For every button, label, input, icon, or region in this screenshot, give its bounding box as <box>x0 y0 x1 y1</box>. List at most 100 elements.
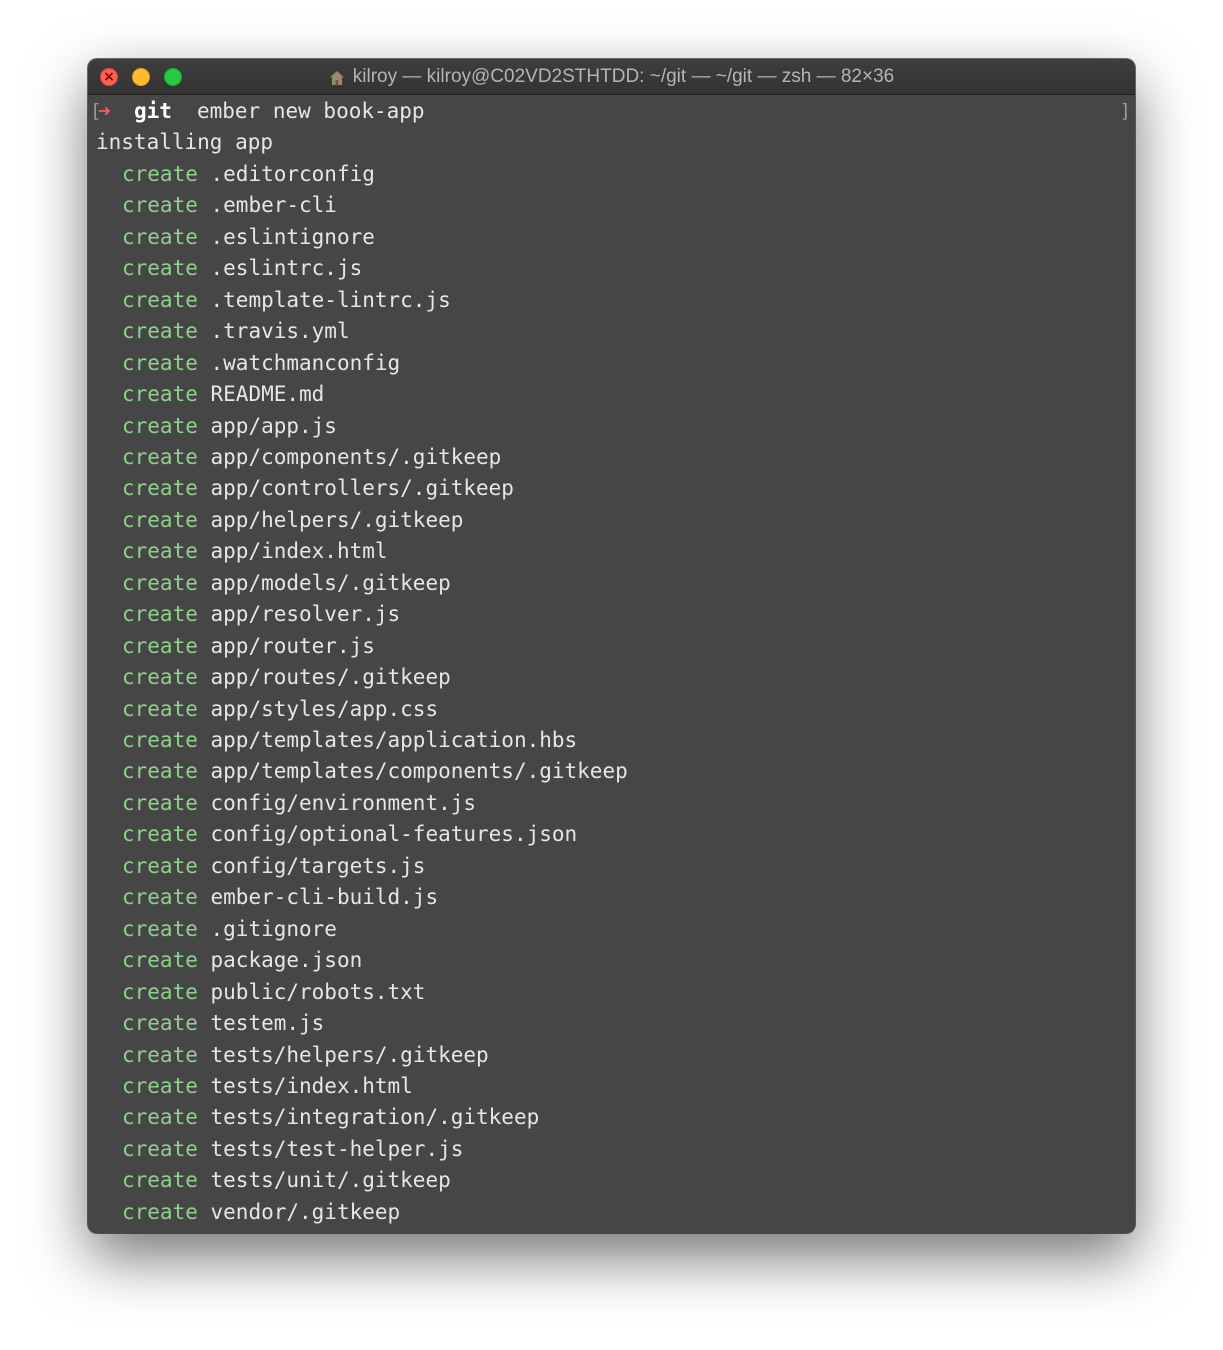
output-line: create tests/integration/.gitkeep <box>122 1101 539 1133</box>
created-file-path: app/app.js <box>210 413 337 438</box>
created-file-path: .gitignore <box>210 916 337 941</box>
output-line: create public/robots.txt <box>122 976 425 1008</box>
created-file-path: tests/helpers/.gitkeep <box>210 1042 489 1067</box>
created-file-path: tests/test-helper.js <box>210 1136 464 1161</box>
created-file-path: .eslintignore <box>210 224 375 249</box>
output-line: create tests/index.html <box>122 1070 413 1102</box>
output-line: create .travis.yml <box>122 315 350 347</box>
output-line: create app/controllers/.gitkeep <box>122 472 514 504</box>
terminal-window[interactable]: kilroy — kilroy@C02VD2STHTDD: ~/git — ~/… <box>88 59 1135 1233</box>
created-file-path: app/helpers/.gitkeep <box>210 507 464 532</box>
output-line: create .watchmanconfig <box>122 347 400 379</box>
create-keyword: create <box>122 224 198 249</box>
create-keyword: create <box>122 728 198 752</box>
create-keyword: create <box>122 979 198 1004</box>
create-keyword: create <box>122 570 198 595</box>
output-line: create config/environment.js <box>122 787 476 819</box>
create-keyword: create <box>122 633 198 658</box>
output-line: create app/templates/components/.gitkeep <box>122 755 628 787</box>
created-file-path: .eslintrc.js <box>210 256 363 281</box>
create-keyword: create <box>122 287 198 312</box>
created-file-path: package.json <box>210 948 363 973</box>
output-line: create .editorconfig <box>122 158 375 190</box>
create-keyword: create <box>122 1011 198 1036</box>
created-file-path: app/styles/app.css <box>210 696 439 721</box>
create-keyword: create <box>122 602 198 627</box>
output-line: create config/optional-features.json <box>122 818 577 850</box>
terminal-content[interactable]: [ ➜ git ember new book-app ] installing … <box>88 95 1135 1233</box>
created-file-path: README.md <box>210 382 325 407</box>
created-file-path: tests/unit/.gitkeep <box>210 1168 451 1193</box>
created-file-path: testem.js <box>210 1011 325 1036</box>
created-file-path: vendor/.gitkeep <box>210 1199 401 1224</box>
create-keyword: create <box>122 759 198 784</box>
created-file-path: app/controllers/.gitkeep <box>210 476 514 501</box>
create-keyword: create <box>122 948 198 973</box>
create-keyword: create <box>122 790 198 815</box>
created-file-path: config/environment.js <box>210 790 477 815</box>
output-line: create package.json <box>122 944 362 976</box>
output-line: create tests/unit/.gitkeep <box>122 1164 451 1196</box>
output-header: installing app <box>96 130 274 155</box>
created-file-path: app/router.js <box>210 633 375 658</box>
created-file-path: app/templates/application.hbs <box>210 728 578 752</box>
created-file-path: .watchmanconfig <box>210 350 401 375</box>
create-keyword: create <box>122 444 198 469</box>
output-line: create README.md <box>122 378 324 410</box>
output-line: create app/router.js <box>122 630 375 662</box>
created-file-path: .template-lintrc.js <box>210 287 451 312</box>
created-file-path: app/components/.gitkeep <box>210 444 502 469</box>
create-keyword: create <box>122 665 198 690</box>
output-line: create app/app.js <box>122 410 337 442</box>
output-line: create testem.js <box>122 1007 324 1039</box>
output-line: create app/routes/.gitkeep <box>122 661 451 693</box>
output-line: create .template-lintrc.js <box>122 284 451 316</box>
prompt-right-marker: ] <box>1119 100 1131 122</box>
output-line: create app/templates/application.hbs <box>122 724 577 756</box>
created-file-path: .travis.yml <box>210 319 350 344</box>
create-keyword: create <box>122 1168 198 1193</box>
create-keyword: create <box>122 822 198 847</box>
created-file-path: app/templates/components/.gitkeep <box>210 759 628 784</box>
prompt-command: ember new book-app <box>197 99 425 123</box>
output-line: create app/styles/app.css <box>122 693 438 725</box>
create-keyword: create <box>122 1136 198 1161</box>
created-file-path: app/models/.gitkeep <box>210 570 451 595</box>
output-line: create vendor/.gitkeep <box>122 1196 400 1228</box>
prompt-arrow-icon: ➜ <box>98 99 111 123</box>
output-line: create app/components/.gitkeep <box>122 441 501 473</box>
create-keyword: create <box>122 1199 198 1224</box>
title-bar[interactable]: kilroy — kilroy@C02VD2STHTDD: ~/git — ~/… <box>88 59 1135 95</box>
output-line: create ember-cli-build.js <box>122 881 438 913</box>
create-keyword: create <box>122 885 198 910</box>
create-keyword: create <box>122 256 198 281</box>
output-line: create .eslintignore <box>122 221 375 253</box>
created-file-path: app/routes/.gitkeep <box>210 665 451 690</box>
create-keyword: create <box>122 413 198 438</box>
create-keyword: create <box>122 350 198 375</box>
create-keyword: create <box>122 539 198 564</box>
prompt-directory: git <box>134 99 172 123</box>
prompt-line: [ ➜ git ember new book-app ] <box>88 95 1135 127</box>
output-line: create .eslintrc.js <box>122 252 362 284</box>
create-keyword: create <box>122 1073 198 1098</box>
output-line: create app/resolver.js <box>122 598 400 630</box>
create-keyword: create <box>122 507 198 532</box>
output-line: create app/helpers/.gitkeep <box>122 504 463 536</box>
output-line: create config/targets.js <box>122 850 425 882</box>
created-file-path: tests/integration/.gitkeep <box>210 1105 540 1130</box>
window-title: kilroy — kilroy@C02VD2STHTDD: ~/git — ~/… <box>88 59 1135 94</box>
created-file-path: tests/index.html <box>210 1073 413 1098</box>
created-file-path: public/robots.txt <box>210 979 426 1004</box>
output-line: create app/models/.gitkeep <box>122 567 451 599</box>
home-folder-icon <box>329 70 344 85</box>
create-keyword: create <box>122 1042 198 1067</box>
output-line: create tests/helpers/.gitkeep <box>122 1039 489 1071</box>
output-line: create app/index.html <box>122 535 388 567</box>
create-keyword: create <box>122 193 198 218</box>
create-keyword: create <box>122 476 198 501</box>
create-keyword: create <box>122 1105 198 1130</box>
created-file-path: app/index.html <box>210 539 388 564</box>
output-line: create .ember-cli <box>122 189 337 221</box>
window-title-text: kilroy — kilroy@C02VD2STHTDD: ~/git — ~/… <box>352 65 895 87</box>
